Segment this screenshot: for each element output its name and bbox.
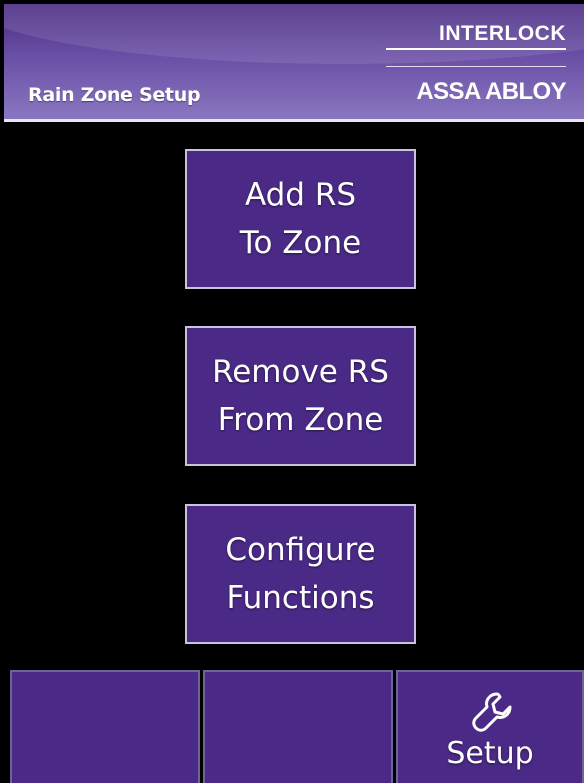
button-label-line1: Configure: [225, 532, 376, 568]
wrench-icon: [472, 692, 512, 732]
header-bar: Rain Zone Setup INTERLOCK ASSA ABLOY: [4, 4, 584, 122]
button-label-line2: Functions: [226, 580, 375, 616]
setup-button[interactable]: Setup: [396, 670, 584, 783]
bottom-button-1[interactable]: [10, 670, 200, 783]
logo-interlock-text: INTERLOCK: [439, 22, 566, 45]
remove-rs-from-zone-button[interactable]: Remove RS From Zone: [185, 326, 416, 466]
brand-logo: INTERLOCK ASSA ABLOY: [376, 14, 567, 114]
logo-assa-abloy-text: ASSA ABLOY: [416, 78, 566, 105]
configure-functions-button[interactable]: Configure Functions: [185, 504, 416, 644]
screen: Rain Zone Setup INTERLOCK ASSA ABLOY Add…: [0, 0, 584, 783]
setup-label: Setup: [446, 736, 534, 771]
logo-divider: [386, 66, 566, 67]
logo-underline: [386, 48, 566, 50]
add-rs-to-zone-button[interactable]: Add RS To Zone: [185, 149, 416, 289]
button-label-line2: From Zone: [217, 402, 384, 438]
button-label-line2: To Zone: [239, 225, 362, 261]
page-title: Rain Zone Setup: [28, 84, 201, 106]
bottom-button-2[interactable]: [203, 670, 393, 783]
button-label-line1: Add RS: [244, 177, 357, 213]
button-label-line1: Remove RS: [212, 354, 389, 390]
bottom-toolbar: Setup: [0, 667, 584, 783]
